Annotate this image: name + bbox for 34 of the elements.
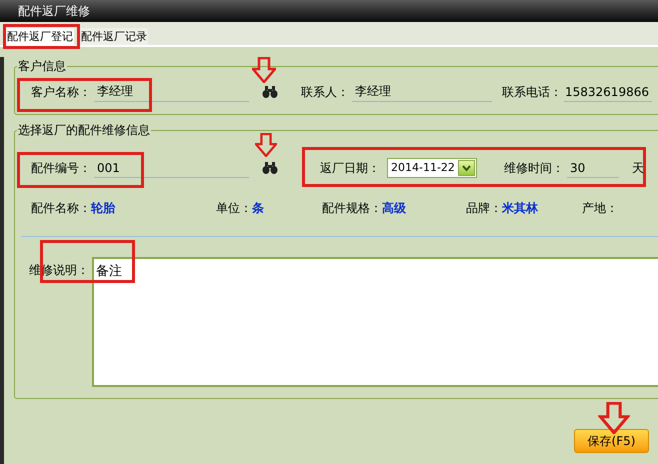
- field-label: 品牌：: [466, 200, 502, 217]
- field-label: 产地：: [582, 200, 618, 217]
- date-picker[interactable]: 2014-11-22: [387, 158, 477, 178]
- input-field[interactable]: 001: [94, 158, 249, 178]
- tab[interactable]: 配件返厂记录: [80, 28, 148, 45]
- field-label: 客户名称：: [31, 84, 92, 101]
- group-title: 选择返厂的配件维修信息: [17, 122, 151, 139]
- field-value: 条: [252, 200, 264, 217]
- input-field[interactable]: 备注: [92, 257, 658, 387]
- field-label: 返厂日期：: [320, 160, 381, 177]
- input-field[interactable]: 李经理: [94, 82, 249, 102]
- field-label: 联系电话：: [502, 84, 563, 101]
- chevron-down-icon: [462, 165, 471, 171]
- tab[interactable]: 配件返厂登记: [6, 28, 74, 45]
- field-label: 配件名称：: [31, 200, 91, 217]
- binoculars-icon[interactable]: [262, 162, 278, 174]
- input-field[interactable]: 李经理: [352, 82, 492, 102]
- field-label: 维修时间：: [504, 160, 565, 177]
- unit-label: 天: [632, 160, 644, 177]
- input-field[interactable]: 15832619866: [564, 82, 652, 102]
- group-title: 客户信息: [17, 58, 67, 75]
- date-value: 2014-11-22: [390, 160, 456, 176]
- binoculars-icon[interactable]: [262, 86, 278, 98]
- field-value: 轮胎: [91, 200, 115, 217]
- field-label: 联系人：: [301, 84, 350, 101]
- field-label: 配件规格：: [322, 200, 382, 217]
- dropdown-button[interactable]: [458, 160, 475, 176]
- field-label: 单位：: [216, 200, 252, 217]
- input-field[interactable]: 30: [567, 158, 619, 178]
- window-title: 配件返厂维修: [18, 3, 90, 20]
- field-label: 配件编号：: [31, 160, 92, 177]
- field-value: 米其林: [502, 200, 538, 217]
- field-value: 高级: [382, 200, 406, 217]
- save-button[interactable]: 保存(F5): [574, 429, 649, 453]
